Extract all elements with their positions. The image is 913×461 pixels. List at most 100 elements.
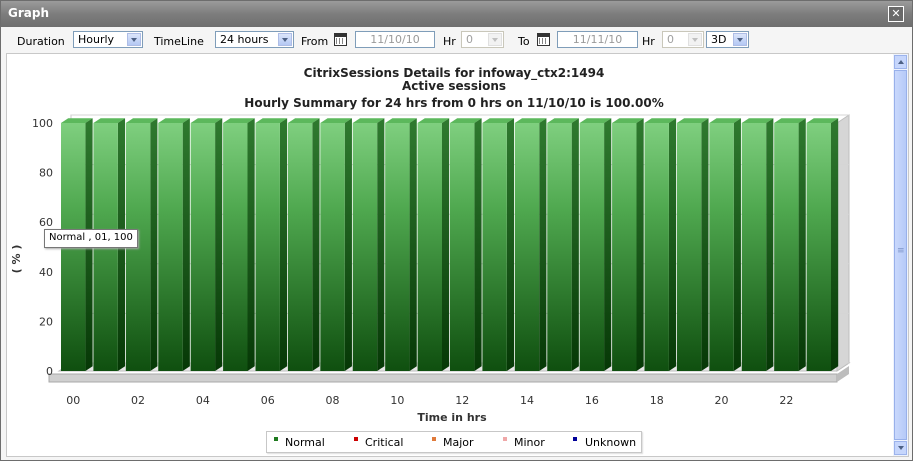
bar-side — [668, 118, 677, 371]
legend-critical[interactable]: Critical — [365, 436, 403, 449]
bar-front — [385, 123, 410, 371]
bar-front — [806, 123, 831, 371]
x-tick-label: 12 — [455, 394, 469, 407]
chart-legend: Normal Critical Major Minor Unknown — [266, 431, 642, 453]
bar-side — [247, 118, 255, 371]
legend-swatch-major — [432, 437, 436, 441]
bar-23 — [806, 118, 839, 371]
bar-front — [255, 123, 280, 371]
bar-tooltip: Normal , 01, 100 — [44, 229, 138, 248]
bar-front — [320, 123, 345, 371]
chart-subtitle: Active sessions — [402, 79, 506, 93]
bar-side — [442, 118, 450, 371]
x-tick-label: 18 — [650, 394, 664, 407]
x-tick-label: 04 — [196, 394, 210, 407]
x-tick-label: 16 — [585, 394, 599, 407]
bar-side — [344, 118, 352, 371]
bar-side — [215, 118, 223, 371]
bar-10 — [385, 118, 417, 371]
bar-front — [287, 123, 313, 371]
legend-minor[interactable]: Minor — [514, 436, 545, 449]
bar-side — [766, 118, 774, 371]
bar-04 — [190, 118, 223, 371]
bar-side — [506, 118, 515, 371]
bar-21 — [741, 118, 774, 371]
bar-front — [579, 123, 605, 371]
legend-swatch-unknown — [573, 437, 577, 441]
right-wall — [836, 114, 850, 372]
x-axis-label: Time in hrs — [417, 411, 487, 424]
bar-front — [417, 123, 442, 371]
bar-front — [774, 123, 799, 371]
bar-front — [190, 123, 216, 371]
bar-05 — [223, 118, 255, 371]
bar-side — [539, 118, 547, 371]
bar-side — [182, 118, 190, 371]
bar-03 — [158, 118, 190, 371]
bar-11 — [417, 118, 450, 371]
bar-front — [547, 123, 572, 371]
bar-20 — [709, 118, 741, 371]
bar-front — [612, 123, 637, 371]
bar-front — [741, 123, 767, 371]
bar-15 — [547, 118, 579, 371]
chart-summary: Hourly Summary for 24 hrs from 0 hrs on … — [244, 96, 663, 110]
bar-front — [482, 123, 507, 371]
bar-front — [450, 123, 475, 371]
bar-16 — [579, 118, 612, 371]
bar-18 — [644, 118, 677, 371]
bar-side — [604, 118, 612, 371]
bar-front — [676, 123, 702, 371]
x-tick-label: 20 — [715, 394, 729, 407]
y-tick-label: 80 — [39, 167, 53, 180]
bar-side — [409, 118, 417, 371]
x-tick-label: 10 — [390, 394, 404, 407]
x-tick-label: 22 — [779, 394, 793, 407]
x-tick-label: 08 — [326, 394, 340, 407]
bar-front — [158, 123, 183, 371]
x-tick-label: 02 — [131, 394, 145, 407]
x-tick-label: 00 — [66, 394, 80, 407]
bar-side — [701, 118, 709, 371]
y-axis-label: ( % ) — [10, 245, 23, 274]
y-tick-label: 0 — [46, 365, 53, 378]
bar-side — [474, 118, 482, 371]
legend-swatch-minor — [503, 437, 507, 441]
bar-side — [571, 118, 579, 371]
y-tick-label: 60 — [39, 216, 53, 229]
bar-12 — [450, 118, 482, 371]
bar-side — [279, 118, 288, 371]
bar-13 — [482, 118, 515, 371]
bar-side — [636, 118, 644, 371]
legend-swatch-critical — [354, 437, 358, 441]
bar-front — [514, 123, 540, 371]
bar-side — [312, 118, 320, 371]
bar-front — [644, 123, 669, 371]
x-tick-label: 14 — [520, 394, 534, 407]
x-tick-label: 06 — [261, 394, 275, 407]
bar-17 — [612, 118, 644, 371]
bar-front — [352, 123, 378, 371]
bar-08 — [320, 118, 352, 371]
floor-base — [48, 373, 838, 383]
bar-side — [831, 118, 839, 371]
bar-06 — [255, 118, 288, 371]
bar-front — [709, 123, 734, 371]
bar-side — [150, 118, 158, 371]
bar-front — [223, 123, 248, 371]
graph-window: Graph ✕ Duration Hourly TimeLine 24 hour… — [0, 0, 913, 461]
bar-side — [798, 118, 806, 371]
bar-22 — [774, 118, 806, 371]
legend-major[interactable]: Major — [443, 436, 474, 449]
bar-side — [733, 118, 741, 371]
legend-unknown[interactable]: Unknown — [585, 436, 636, 449]
y-tick-label: 40 — [39, 266, 53, 279]
bar-09 — [352, 118, 385, 371]
y-tick-label: 100 — [32, 117, 53, 130]
bar-19 — [676, 118, 709, 371]
y-tick-label: 20 — [39, 315, 53, 328]
legend-swatch-normal — [274, 437, 278, 441]
legend-normal[interactable]: Normal — [285, 436, 325, 449]
bar-07 — [287, 118, 320, 371]
bar-side — [377, 118, 385, 371]
